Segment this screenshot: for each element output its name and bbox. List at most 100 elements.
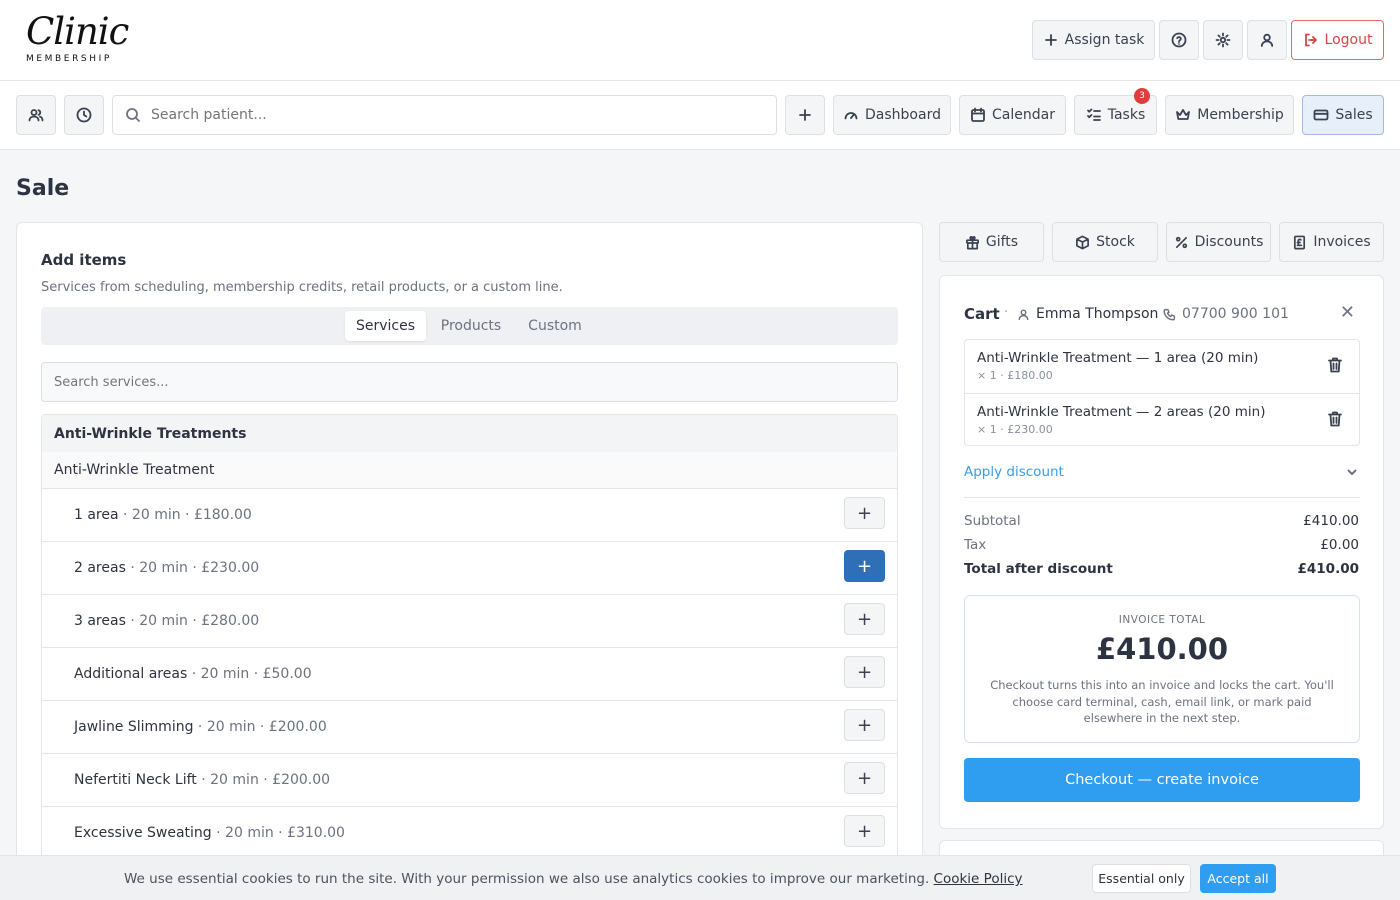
service-row: Jawline Slimming · 20 min · £200.00 + xyxy=(42,701,897,754)
checkout-button[interactable]: Checkout — create invoice xyxy=(964,758,1360,802)
essential-only-button[interactable]: Essential only xyxy=(1092,864,1191,893)
calendar-icon xyxy=(971,107,985,122)
add-service-button[interactable]: + xyxy=(844,656,885,688)
apply-discount-link[interactable]: Apply discount xyxy=(964,464,1064,480)
invoices-button[interactable]: Invoices xyxy=(1279,222,1384,262)
customer-name: Emma Thompson xyxy=(1036,306,1159,322)
tax-value: £0.00 xyxy=(1320,537,1359,553)
add-service-button[interactable]: + xyxy=(844,550,885,582)
logout-label: Logout xyxy=(1324,32,1373,48)
user-icon xyxy=(1260,33,1274,47)
search-icon xyxy=(126,108,141,123)
clock-icon xyxy=(76,107,92,123)
service-row: 1 area · 20 min · £180.00 + xyxy=(42,489,897,542)
service-name: Jawline Slimming xyxy=(74,719,194,735)
nav-tasks-label: Tasks xyxy=(1107,107,1146,123)
tab-custom[interactable]: Custom xyxy=(516,311,594,341)
accept-all-button[interactable]: Accept all xyxy=(1200,864,1276,893)
credit-card-icon xyxy=(1313,109,1329,121)
add-items-description: Services from scheduling, membership cre… xyxy=(41,280,563,295)
invoice-total-amount: £410.00 xyxy=(1095,632,1229,666)
tax-label: Tax xyxy=(964,537,987,553)
invoices-label: Invoices xyxy=(1313,234,1371,250)
box-icon xyxy=(1076,235,1090,249)
logo-subtitle: MEMBERSHIP xyxy=(26,54,112,64)
cart-phone: 07700 900 101 xyxy=(1163,306,1289,322)
tab-services[interactable]: Services xyxy=(345,311,426,341)
add-service-button[interactable]: + xyxy=(844,603,885,635)
service-name: 3 areas xyxy=(74,613,126,629)
stock-button[interactable]: Stock xyxy=(1052,222,1158,262)
clear-cart-close-icon[interactable]: ✕ xyxy=(1340,302,1355,323)
cart-customer[interactable]: Emma Thompson xyxy=(1017,306,1158,322)
add-service-button[interactable]: + xyxy=(844,497,885,529)
logo-script: Clinic xyxy=(26,10,129,53)
subtotal-value: £410.00 xyxy=(1303,513,1359,529)
service-list: Anti-Wrinkle Treatments Anti-Wrinkle Tre… xyxy=(41,414,898,900)
logout-button[interactable]: Logout xyxy=(1291,20,1384,60)
divider xyxy=(964,497,1360,498)
cart-items: Anti-Wrinkle Treatment — 1 area (20 min)… xyxy=(964,339,1360,446)
cart-title: Cart xyxy=(964,305,1000,323)
add-service-button[interactable]: + xyxy=(844,762,885,794)
gifts-label: Gifts xyxy=(985,234,1019,250)
assign-task-label: Assign task xyxy=(1064,32,1145,48)
page-title: Sale xyxy=(16,176,70,201)
settings-button[interactable] xyxy=(1203,20,1243,60)
nav-membership[interactable]: Membership xyxy=(1165,95,1294,135)
service-row: Nefertiti Neck Lift · 20 min · £200.00 + xyxy=(42,754,897,807)
cart-item-qty-price: × 1 · £180.00 xyxy=(977,369,1053,382)
clinic-logo[interactable]: Clinic MEMBERSHIP xyxy=(18,8,130,72)
add-service-button[interactable]: + xyxy=(844,709,885,741)
add-items-title: Add items xyxy=(41,251,127,269)
chevron-down-icon[interactable] xyxy=(1345,464,1359,478)
service-subcategory-heading: Anti-Wrinkle Treatment xyxy=(42,452,897,489)
discounts-label: Discounts xyxy=(1194,234,1264,250)
invoice-note: Checkout turns this into an invoice and … xyxy=(990,678,1334,725)
service-meta: · 20 min · £280.00 xyxy=(125,613,260,629)
customer-phone: 07700 900 101 xyxy=(1182,306,1289,322)
add-items-panel: Add items Services from scheduling, memb… xyxy=(16,222,923,900)
history-button[interactable] xyxy=(64,95,104,135)
trash-icon[interactable] xyxy=(1327,410,1343,428)
tab-products[interactable]: Products xyxy=(430,311,512,341)
help-button[interactable] xyxy=(1159,20,1199,60)
item-type-tabs: Services Products Custom xyxy=(41,307,898,345)
cookie-policy-link[interactable]: Cookie Policy xyxy=(934,871,1023,887)
service-name: 1 area xyxy=(74,507,119,523)
discounts-button[interactable]: Discounts xyxy=(1166,222,1271,262)
profile-button[interactable] xyxy=(1247,20,1287,60)
service-meta: · 20 min · £200.00 xyxy=(193,719,327,735)
cart-separator: · xyxy=(1004,305,1009,320)
add-patient-button[interactable] xyxy=(785,95,825,135)
invoice-total-box: INVOICE TOTAL £410.00 Checkout turns thi… xyxy=(964,595,1360,743)
patients-button[interactable] xyxy=(16,95,56,135)
nav-dashboard[interactable]: Dashboard xyxy=(833,95,951,135)
top-bar: Clinic MEMBERSHIP Assign task Logout xyxy=(0,0,1400,81)
service-row: Excessive Sweating · 20 min · £310.00 + xyxy=(42,807,897,860)
patient-search[interactable] xyxy=(112,95,777,135)
plus-icon xyxy=(799,109,811,121)
nav-dashboard-label: Dashboard xyxy=(865,107,941,123)
nav-tasks[interactable]: Tasks 3 xyxy=(1074,88,1157,135)
logout-icon xyxy=(1304,33,1317,47)
service-name: Nefertiti Neck Lift xyxy=(74,772,197,788)
total-label: Total after discount xyxy=(964,561,1113,577)
trash-icon[interactable] xyxy=(1327,356,1343,374)
gifts-button[interactable]: Gifts xyxy=(939,222,1044,262)
service-name: Additional areas xyxy=(74,666,188,682)
patient-search-input[interactable] xyxy=(151,107,751,123)
user-icon xyxy=(1018,308,1029,320)
service-search-input[interactable] xyxy=(41,362,898,402)
cart-panel: Cart · Emma Thompson 07700 900 101 ✕ Ant… xyxy=(939,275,1384,829)
phone-icon xyxy=(1163,308,1176,321)
stock-label: Stock xyxy=(1096,234,1135,250)
nav-calendar[interactable]: Calendar xyxy=(959,95,1066,135)
cookie-message: We use essential cookies to run the site… xyxy=(124,871,934,887)
cart-item-qty-price: × 1 · £230.00 xyxy=(977,423,1053,436)
nav-sales[interactable]: Sales xyxy=(1302,95,1384,135)
add-service-button[interactable]: + xyxy=(844,815,885,847)
assign-task-button[interactable]: Assign task xyxy=(1032,20,1155,60)
total-value: £410.00 xyxy=(1297,561,1360,577)
gauge-icon xyxy=(844,112,858,120)
